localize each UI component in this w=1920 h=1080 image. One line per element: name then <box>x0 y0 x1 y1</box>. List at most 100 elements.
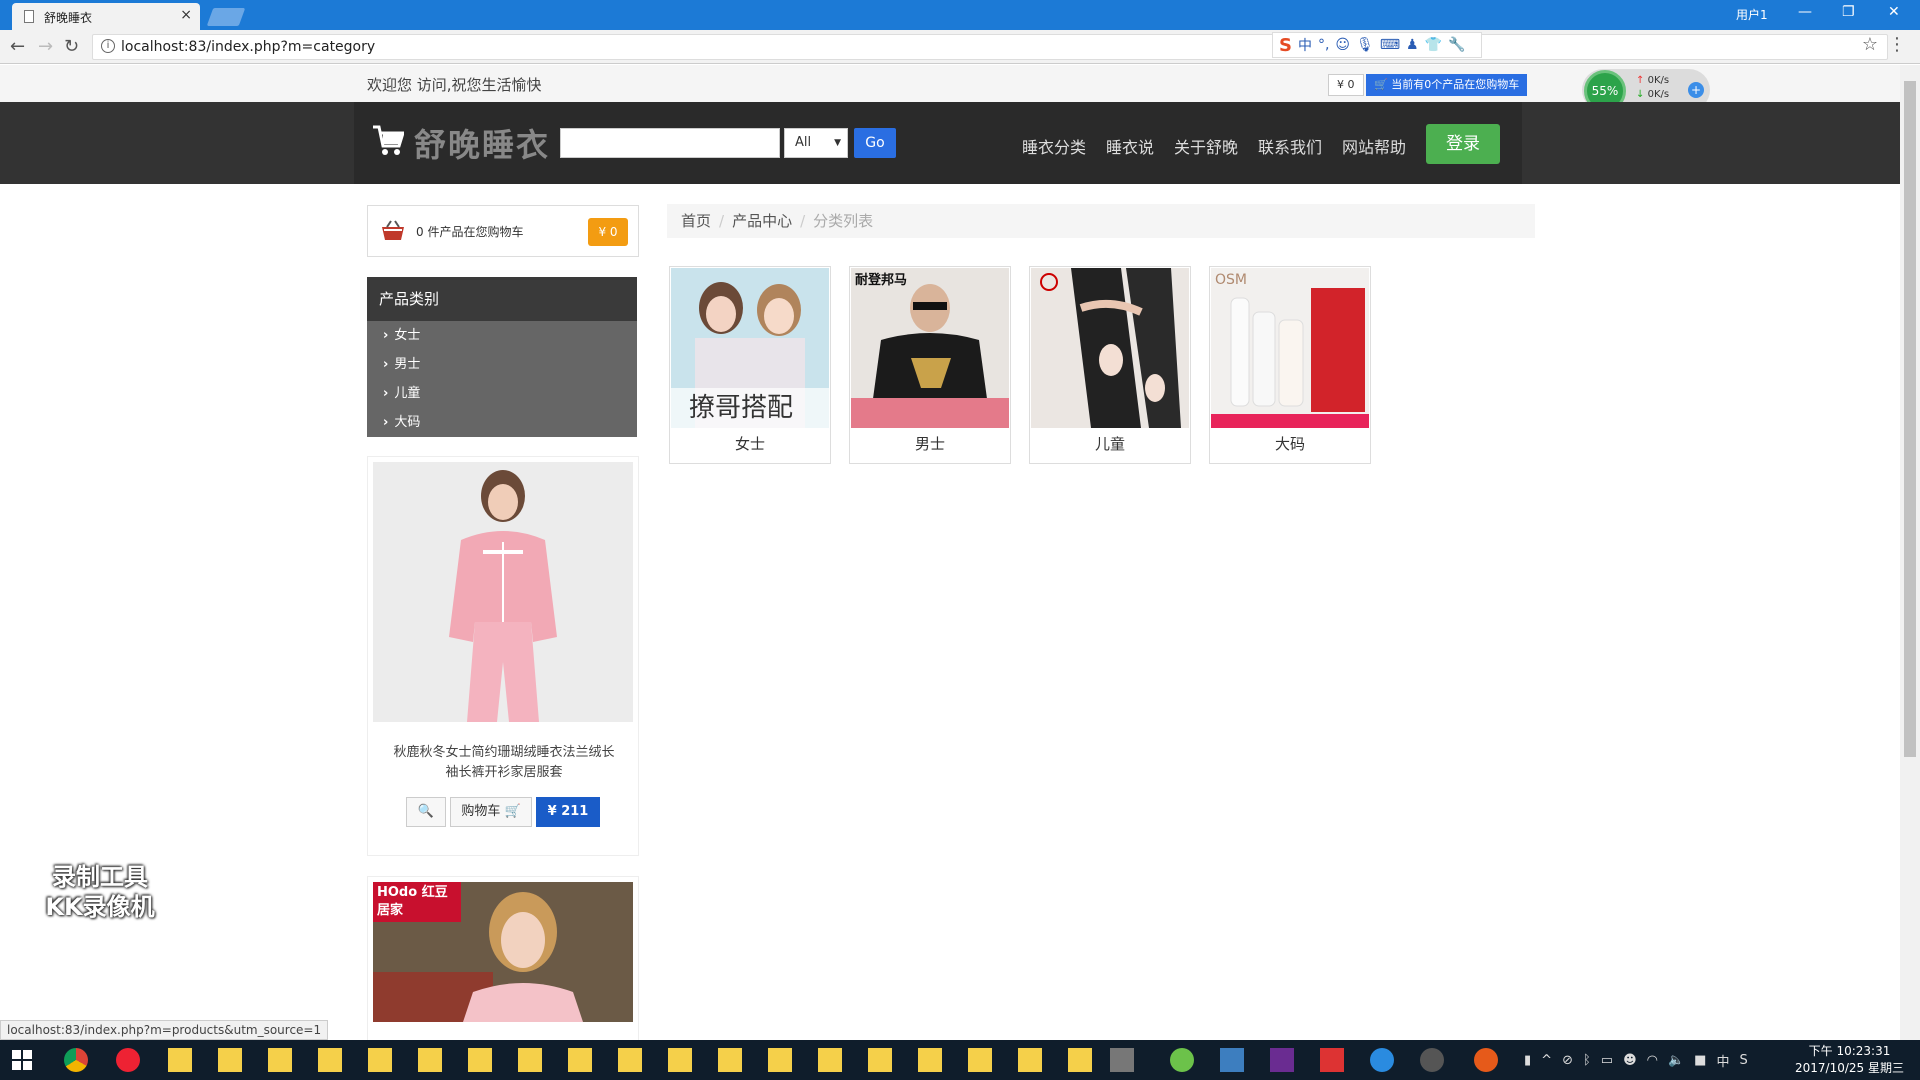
scrollbar-thumb[interactable] <box>1904 81 1916 757</box>
category-card-plus-size[interactable]: OSM 大码 <box>1209 266 1371 464</box>
nav-item-contact[interactable]: 联系我们 <box>1258 134 1322 158</box>
folder-icon[interactable] <box>318 1048 342 1072</box>
search-app-icon[interactable] <box>1370 1048 1394 1072</box>
nav-item-about[interactable]: 关于舒晚 <box>1174 134 1238 158</box>
nav-item-talk[interactable]: 睡衣说 <box>1106 134 1154 158</box>
category-label-women: 女士 <box>734 435 765 453</box>
shirt-icon: 👕 <box>1424 37 1443 53</box>
bluetooth-icon[interactable]: ᛒ <box>1583 1053 1591 1068</box>
folder-icon[interactable] <box>968 1048 992 1072</box>
sidebar-category-men[interactable]: › 男士 <box>367 350 637 379</box>
folder-icon[interactable] <box>468 1048 492 1072</box>
breadcrumb-products[interactable]: 产品中心 <box>732 212 792 230</box>
chevron-down-icon: ▼ <box>834 138 841 148</box>
folder-icon[interactable] <box>268 1048 292 1072</box>
close-window-icon[interactable]: ✕ <box>1888 4 1900 20</box>
featured-product-image-2[interactable]: HOdo 红豆居家 <box>373 882 633 1022</box>
breadcrumb-home[interactable]: 首页 <box>681 212 711 230</box>
reload-icon[interactable]: ↻ <box>64 36 79 57</box>
back-icon[interactable]: ← <box>10 36 25 57</box>
page-scrollbar[interactable] <box>1900 65 1920 1040</box>
nav-item-help[interactable]: 网站帮助 <box>1342 134 1406 158</box>
new-tab-button[interactable] <box>206 8 246 26</box>
search-category-select[interactable]: All ▼ <box>784 128 848 158</box>
green-app-icon[interactable]: ■ <box>1694 1053 1706 1068</box>
folder-icon[interactable] <box>1018 1048 1042 1072</box>
user-label[interactable]: 用户1 <box>1736 6 1768 23</box>
zoom-button[interactable]: 🔍 <box>406 797 446 827</box>
folder-icon[interactable] <box>1068 1048 1092 1072</box>
site-logo-text[interactable]: 舒晚睡衣 <box>414 120 550 166</box>
folder-icon[interactable] <box>668 1048 692 1072</box>
ime-toolbar[interactable]: S 中 °, ☺ 🎙 ⌨ ♟ 👕 🔧 <box>1272 32 1482 58</box>
login-button[interactable]: 登录 <box>1426 124 1500 164</box>
minimize-icon[interactable]: — <box>1798 4 1812 20</box>
status-url: localhost:83/index.php?m=products&utm_so… <box>0 1020 329 1040</box>
restore-icon[interactable]: ❐ <box>1842 4 1855 20</box>
sogou-tray-icon[interactable]: S <box>1739 1053 1747 1068</box>
mini-price-badge[interactable]: ¥ 0 <box>1328 74 1364 96</box>
media-icon[interactable] <box>1420 1048 1444 1072</box>
chrome-icon[interactable] <box>64 1048 88 1072</box>
folder-icon[interactable] <box>768 1048 792 1072</box>
wifi-icon[interactable]: ◠ <box>1647 1053 1658 1068</box>
category-label-kids: 儿童 <box>1094 435 1125 453</box>
folder-icon[interactable] <box>868 1048 892 1072</box>
browser-tab[interactable]: 舒晚睡衣 × <box>12 3 200 30</box>
search-go-button[interactable]: Go <box>854 128 896 158</box>
paint-icon[interactable] <box>1320 1048 1344 1072</box>
plus-icon[interactable]: + <box>1688 82 1704 98</box>
folder-icon[interactable] <box>518 1048 542 1072</box>
folder-icon[interactable] <box>568 1048 592 1072</box>
mini-cart-button[interactable]: 🛒 当前有0个产品在您购物车 <box>1366 74 1528 96</box>
logo-cart-icon <box>373 125 404 155</box>
ime-indicator[interactable]: 中 <box>1716 1051 1729 1070</box>
folder-icon[interactable] <box>918 1048 942 1072</box>
window-app-icon[interactable] <box>1220 1048 1244 1072</box>
sidebar-category-kids[interactable]: › 儿童 <box>367 379 637 408</box>
windows-start-icon[interactable] <box>12 1050 32 1070</box>
folder-icon[interactable] <box>818 1048 842 1072</box>
sidebar-category-plus-size[interactable]: › 大码 <box>367 408 637 437</box>
folder-icon[interactable] <box>218 1048 242 1072</box>
sidebar-cart-box[interactable]: 0 件产品在您购物车 ¥ 0 <box>367 205 639 257</box>
pajama-model-image <box>373 462 633 722</box>
category-card-men[interactable]: 耐登邦马 男士 <box>849 266 1011 464</box>
url-field[interactable]: i localhost:83/index.php?m=category <box>92 34 1888 60</box>
sidebar-cart-badge[interactable]: ¥ 0 <box>588 218 628 246</box>
featured-product-image[interactable] <box>373 462 633 722</box>
battery-icon[interactable]: ▮ <box>1524 1053 1531 1068</box>
chevron-up-icon[interactable]: ^ <box>1541 1053 1552 1068</box>
breadcrumb-separator: / <box>719 212 725 230</box>
search-input[interactable] <box>560 128 780 158</box>
360-icon[interactable] <box>1170 1048 1194 1072</box>
bookmark-star-icon[interactable]: ☆ <box>1862 34 1878 55</box>
tools-icon[interactable] <box>1110 1048 1134 1072</box>
recorder-icon[interactable] <box>1474 1048 1498 1072</box>
chevron-right-icon: › <box>383 328 389 343</box>
close-tab-icon[interactable]: × <box>180 7 192 23</box>
security-icon[interactable]: ⊘ <box>1562 1053 1573 1068</box>
folder-icon[interactable] <box>718 1048 742 1072</box>
volume-icon[interactable]: 🔈 <box>1668 1053 1684 1068</box>
add-to-cart-button[interactable]: 购物车 🛒 <box>450 797 532 827</box>
clock[interactable]: 下午 10:23:31 2017/10/25 星期三 <box>1795 1043 1904 1077</box>
browser-menu-icon[interactable]: ⋮ <box>1888 34 1906 55</box>
category-card-women[interactable]: 撩哥搭配 女士 <box>669 266 831 464</box>
qq-icon[interactable]: ☻ <box>1623 1053 1637 1068</box>
forward-icon[interactable]: → <box>38 36 53 57</box>
folder-icon[interactable] <box>168 1048 192 1072</box>
info-icon[interactable]: i <box>101 39 115 53</box>
folder-icon[interactable] <box>418 1048 442 1072</box>
folder-icon[interactable] <box>618 1048 642 1072</box>
folder-icon[interactable] <box>368 1048 392 1072</box>
price-button[interactable]: ¥ 211 <box>536 797 600 827</box>
nav-item-categories[interactable]: 睡衣分类 <box>1022 134 1086 158</box>
phpstorm-icon[interactable] <box>1270 1048 1294 1072</box>
battery-status-icon[interactable]: ▭ <box>1601 1053 1613 1068</box>
svg-text:OSM: OSM <box>1215 272 1247 288</box>
featured-product-desc[interactable]: 秋鹿秋冬女士简约珊瑚绒睡衣法兰绒长 袖长裤开衫家居服套 <box>376 743 632 783</box>
sidebar-category-women[interactable]: › 女士 <box>367 321 637 350</box>
category-card-kids[interactable]: 儿童 <box>1029 266 1191 464</box>
netease-music-icon[interactable] <box>116 1048 140 1072</box>
